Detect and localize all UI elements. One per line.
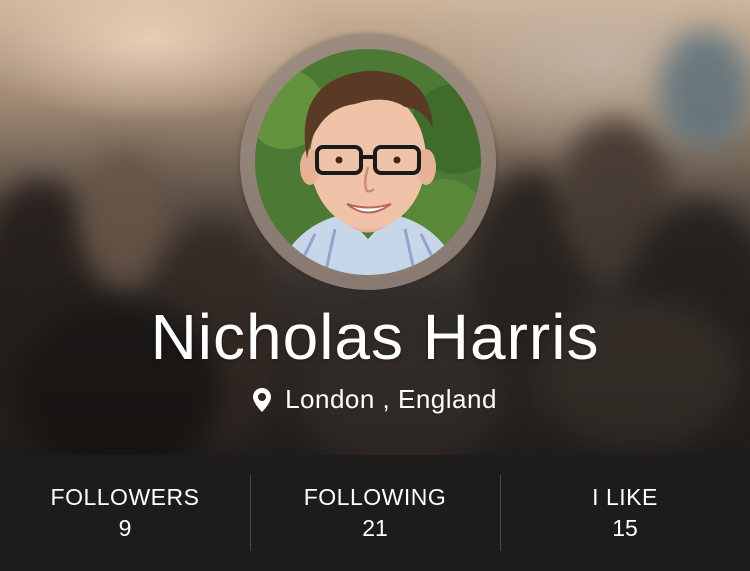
profile-card: Nicholas Harris London , England FOLLOWE…	[0, 0, 750, 571]
profile-name: Nicholas Harris	[150, 301, 600, 373]
stat-label: FOLLOWING	[303, 484, 447, 510]
location-text: London , England	[285, 384, 497, 414]
avatar-ring	[240, 34, 496, 290]
stat-label: FOLLOWERS	[50, 484, 200, 510]
stat-label: I LIKE	[592, 484, 658, 510]
stat-followers[interactable]: FOLLOWERS 9	[0, 455, 250, 571]
stat-value: 21	[362, 515, 388, 541]
profile-header-background: Nicholas Harris London , England	[0, 0, 750, 455]
map-pin-icon	[253, 387, 272, 412]
avatar-photo	[255, 49, 481, 275]
stat-value: 15	[612, 515, 638, 541]
profile-location: London , England	[0, 384, 750, 415]
stats-bar: FOLLOWERS 9 FOLLOWING 21 I LIKE 15	[0, 455, 750, 571]
stat-i-like[interactable]: I LIKE 15	[500, 455, 750, 571]
avatar[interactable]	[255, 49, 481, 275]
stat-following[interactable]: FOLLOWING 21	[250, 455, 500, 571]
stat-value: 9	[118, 515, 132, 541]
